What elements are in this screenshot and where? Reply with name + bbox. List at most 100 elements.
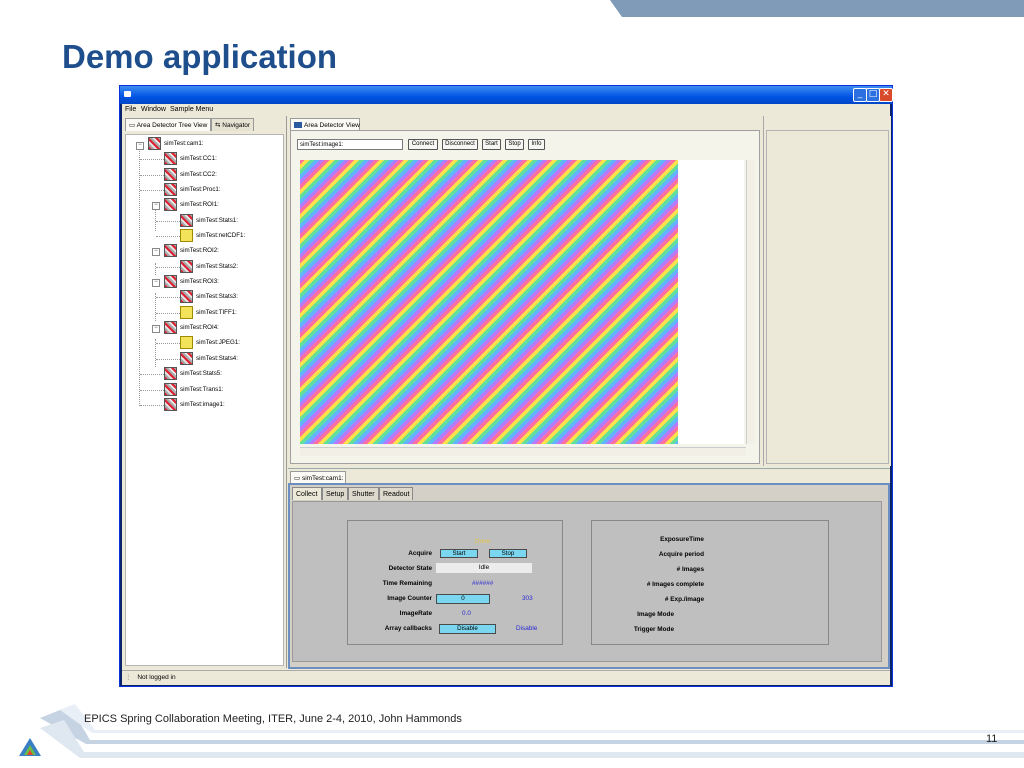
- camera-control-panel: ▭ simTest:cam1: Collect Setup Shutter Re…: [288, 468, 890, 669]
- tree-node[interactable]: simTest:ROI4:: [164, 321, 219, 335]
- tree-line: [156, 267, 180, 268]
- window-titlebar[interactable]: _ □ ✕: [120, 86, 893, 104]
- plugin-icon: [180, 260, 193, 273]
- tree-node[interactable]: simTest:ROI3:: [164, 275, 219, 289]
- time-remaining-label: Time Remaining: [382, 580, 432, 587]
- right-empty-panel: [763, 116, 891, 466]
- tab-area-detector-tree-view[interactable]: ▭ Area Detector Tree View: [125, 118, 211, 131]
- plugin-icon: [164, 183, 177, 196]
- tree-node[interactable]: simTest:Stats4:: [180, 352, 238, 366]
- menu-file[interactable]: File: [125, 106, 136, 113]
- tree-node[interactable]: simTest:Trans1:: [164, 383, 223, 397]
- menu-sample[interactable]: Sample Menu: [170, 106, 213, 113]
- plugin-icon: [164, 198, 177, 211]
- horizontal-scrollbar[interactable]: [300, 447, 746, 456]
- tree-line: [156, 297, 180, 298]
- acquire-stop-button[interactable]: Stop: [489, 549, 527, 558]
- tree-node-label: simTest:netCDF1:: [196, 232, 246, 240]
- tree-collapse-toggle[interactable]: −: [136, 142, 144, 150]
- tree-collapse-toggle[interactable]: −: [152, 248, 160, 256]
- status-bar: ⋮ Not logged in: [122, 670, 890, 685]
- tree-node[interactable]: simTest:CC1:: [164, 152, 217, 166]
- tab-navigator[interactable]: ⇆ Navigator: [211, 118, 254, 131]
- minimize-button[interactable]: _: [853, 88, 867, 102]
- tree-line: [140, 175, 164, 176]
- tree-node-label: simTest:ROI2:: [180, 247, 219, 255]
- tree-node-label: simTest:ROI1:: [180, 201, 219, 209]
- area-detector-view-panel: Area Detector View simTest:image1: Conne…: [288, 116, 761, 466]
- tree-node-label: simTest:ROI4:: [180, 324, 219, 332]
- tab-setup[interactable]: Setup: [322, 487, 348, 500]
- tab-collect[interactable]: Collect: [292, 487, 322, 500]
- image-background: [678, 160, 744, 444]
- plugin-icon: [164, 168, 177, 181]
- tree-node[interactable]: simTest:Stats5:: [164, 367, 222, 381]
- tree-line: [140, 190, 164, 191]
- tree-node[interactable]: simTest:CC2:: [164, 168, 217, 182]
- file-plugin-icon: [180, 336, 193, 349]
- tree-collapse-toggle[interactable]: −: [152, 202, 160, 210]
- tab-label: Area Detector View: [304, 122, 360, 129]
- start-button[interactable]: Start: [482, 139, 501, 150]
- tree-node[interactable]: simTest:Stats3:: [180, 290, 238, 304]
- tree-node[interactable]: simTest:netCDF1:: [180, 229, 245, 243]
- plugin-icon: [164, 398, 177, 411]
- maximize-button[interactable]: □: [866, 88, 880, 102]
- menubar: File Window Sample Menu: [122, 104, 890, 116]
- tab-readout[interactable]: Readout: [379, 487, 413, 500]
- file-plugin-icon: [180, 306, 193, 319]
- acquire-group: Done Acquire Start Stop Detector State I…: [347, 520, 563, 645]
- connect-button[interactable]: Connect: [408, 139, 438, 150]
- tab-label: Area Detector Tree View: [136, 122, 208, 129]
- plugin-icon: [180, 214, 193, 227]
- camera-control-frame: Collect Setup Shutter Readout Done Acqui…: [288, 483, 890, 669]
- stop-button[interactable]: Stop: [505, 139, 524, 150]
- num-images-complete-label: # Images complete: [646, 581, 704, 588]
- close-button[interactable]: ✕: [879, 88, 893, 102]
- tab-shutter[interactable]: Shutter: [348, 487, 379, 500]
- tree-node[interactable]: simTest:image1:: [164, 398, 225, 412]
- tree-collapse-toggle[interactable]: −: [152, 279, 160, 287]
- tree-node[interactable]: simTest:Stats2:: [180, 260, 238, 274]
- image-mode-label: Image Mode: [637, 611, 674, 618]
- plugin-icon: [164, 275, 177, 288]
- tree-node-label: simTest:Stats5:: [180, 370, 222, 378]
- tree-line: [140, 390, 164, 391]
- login-status: Not logged in: [137, 674, 176, 681]
- tree-node-label: simTest:Stats2:: [196, 263, 238, 271]
- pv-name-input[interactable]: simTest:image1:: [297, 139, 403, 150]
- array-callbacks-button[interactable]: Disable: [439, 624, 496, 634]
- tree-node-label: simTest:image1:: [180, 401, 225, 409]
- application-window: _ □ ✕ File Window Sample Menu ▭ Area Det…: [119, 85, 893, 687]
- image-rate-label: ImageRate: [399, 610, 432, 617]
- tree-node[interactable]: simTest:Proc1:: [164, 183, 221, 197]
- array-callbacks-label: Array callbacks: [384, 625, 432, 632]
- tree-node[interactable]: simTest:Stats1:: [180, 214, 238, 228]
- tree-node[interactable]: simTest:JPEG1:: [180, 336, 240, 350]
- footer-decoration: [40, 704, 1024, 758]
- tree-line: [156, 236, 180, 237]
- tree-collapse-toggle[interactable]: −: [152, 325, 160, 333]
- tree-node[interactable]: simTest:ROI1:: [164, 198, 219, 212]
- info-button[interactable]: Info: [528, 139, 545, 150]
- tree-node-label: simTest:CC2:: [180, 171, 217, 179]
- tree-node-label: simTest:Stats4:: [196, 355, 238, 363]
- tree-panel: ▭ Area Detector Tree View ⇆ Navigator − …: [122, 116, 287, 668]
- tree-line: [155, 263, 156, 275]
- window-icon: ▭: [129, 122, 137, 129]
- argonne-logo-icon-center: [27, 750, 33, 755]
- time-remaining-value: ######: [472, 580, 494, 587]
- tree-node[interactable]: simTest:TIFF1:: [180, 306, 237, 320]
- tree-node[interactable]: simTest:cam1:: [148, 137, 204, 151]
- tree-node[interactable]: simTest:ROI2:: [164, 244, 219, 258]
- vertical-scrollbar[interactable]: [746, 160, 755, 444]
- tree-node-label: simTest:Stats1:: [196, 217, 238, 225]
- tree-line: [156, 221, 180, 222]
- image-counter-label: Image Counter: [387, 595, 432, 602]
- detector-image[interactable]: [300, 160, 678, 444]
- acquire-start-button[interactable]: Start: [440, 549, 478, 558]
- image-counter-input[interactable]: 0: [436, 594, 490, 604]
- menu-window[interactable]: Window: [141, 106, 166, 113]
- disconnect-button[interactable]: Disconnect: [442, 139, 478, 150]
- tree-line: [156, 343, 180, 344]
